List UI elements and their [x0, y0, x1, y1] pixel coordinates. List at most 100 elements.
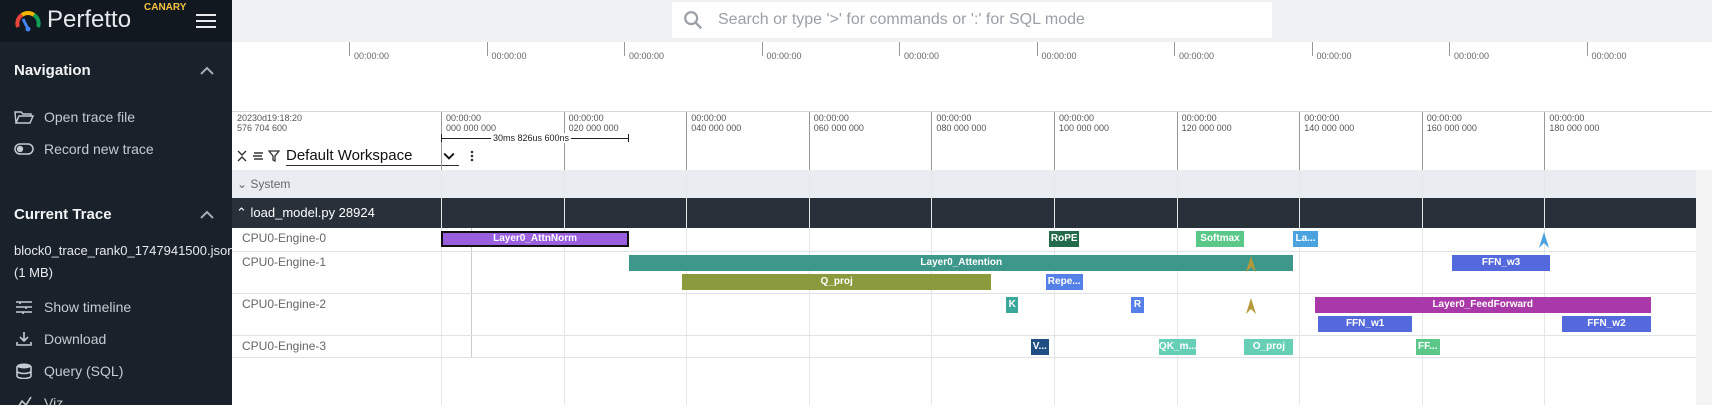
chevron-up-icon[interactable]	[200, 210, 214, 220]
query-sql-label: Query (SQL)	[44, 363, 124, 379]
filter-icon[interactable]	[268, 150, 280, 162]
time-tick-ns: 160 000 000	[1426, 123, 1477, 133]
system-group-label: ⌄ System	[237, 177, 291, 191]
time-tick	[931, 112, 933, 170]
process-group-header[interactable]: ⌃ load_model.py 28924	[232, 198, 1696, 228]
overview-tick-label: 00:00:00	[766, 51, 802, 61]
trace-slice[interactable]: V...	[1030, 339, 1049, 355]
query-sql-item[interactable]: Query (SQL)	[14, 360, 224, 382]
viz-label: Viz	[44, 395, 64, 405]
time-tick-clock: 00:00:00	[813, 113, 849, 123]
trace-slice[interactable]: FF...	[1415, 339, 1440, 355]
time-tick-clock: 00:00:00	[1181, 113, 1217, 123]
scrollbar[interactable]	[1696, 170, 1712, 405]
time-tick-ns: 120 000 000	[1181, 123, 1232, 133]
thread-track[interactable]: CPU0-Engine-1 Layer0_Attention FFN_w3 Q_pro…	[232, 252, 1696, 294]
flow-arrow-icon[interactable]	[1245, 298, 1256, 314]
time-tick-ns: 100 000 000	[1059, 123, 1110, 133]
omnibox[interactable]	[672, 2, 1272, 38]
time-tick-label: 00:00:00 000 000 000	[446, 113, 496, 133]
record-new-trace-item[interactable]: Record new trace	[14, 138, 224, 160]
track-shell[interactable]: CPU0-Engine-3	[232, 336, 472, 357]
viz-item[interactable]: Viz	[14, 392, 224, 405]
time-tick-ns: 040 000 000	[691, 123, 742, 133]
track-shell[interactable]: CPU0-Engine-0	[232, 228, 472, 251]
workspace-controls: Default Workspace	[236, 146, 482, 166]
time-tick	[1421, 112, 1423, 170]
trace-slice[interactable]: Softmax	[1195, 231, 1245, 247]
search-input[interactable]	[718, 11, 1258, 29]
overview-timeline[interactable]: 00:00:00 00:00:00 00:00:00 00:00:00 00:00:00…	[232, 42, 1712, 112]
time-tick-label: 00:00:00 160 000 000	[1427, 113, 1477, 133]
overview-tick-label: 00:00:00	[491, 51, 527, 61]
overview-tick	[1036, 42, 1038, 56]
overview-tick	[1449, 42, 1450, 56]
overview-tick	[1586, 42, 1588, 56]
time-tick-label: 00:00:00 020 000 000	[569, 113, 619, 133]
trace-slice[interactable]: QK_m...	[1158, 339, 1196, 355]
trace-slice[interactable]: R	[1131, 297, 1144, 313]
chevron-down-icon	[443, 152, 455, 160]
time-tick	[1176, 112, 1178, 170]
track-shell[interactable]: CPU0-Engine-2	[232, 294, 472, 335]
kebab-menu-icon[interactable]	[466, 150, 478, 162]
trace-slice[interactable]: La...	[1293, 231, 1318, 247]
overview-tick-label: 00:00:00	[1179, 51, 1215, 61]
absolute-time-date: 20230d19:18:20	[237, 113, 303, 123]
trace-slice[interactable]: Q_proj	[682, 274, 991, 290]
time-tick-ns: 020 000 000	[568, 123, 619, 133]
time-tick-label: 00:00:00 060 000 000	[814, 113, 864, 133]
time-tick-label: 00:00:00 100 000 000	[1059, 113, 1109, 133]
thread-track-label: CPU0-Engine-3	[242, 339, 327, 353]
trace-slice[interactable]: Layer0_Attention	[629, 255, 1294, 271]
system-group-header[interactable]: ⌄ System	[232, 170, 1712, 198]
overview-tick	[486, 42, 488, 56]
chevron-up-icon[interactable]	[200, 66, 214, 76]
trace-slice[interactable]: FFN_w3	[1452, 255, 1550, 271]
trace-slice[interactable]: Layer0_AttnNorm	[441, 231, 630, 247]
menu-hamburger-icon[interactable]	[196, 14, 216, 28]
time-tick-clock: 00:00:00	[568, 113, 604, 123]
thread-track[interactable]: CPU0-Engine-0 Layer0_AttnNorm RoPE Softmax L…	[232, 228, 1696, 252]
trace-slice[interactable]: O_proj	[1244, 339, 1294, 355]
trace-slice[interactable]: FFN_w1	[1317, 316, 1413, 332]
flow-arrow-icon[interactable]	[1538, 232, 1549, 248]
collapse-all-icon[interactable]	[236, 150, 248, 162]
open-trace-file-label: Open trace file	[44, 109, 136, 125]
navigation-heading[interactable]: Navigation	[14, 62, 91, 79]
canary-badge: CANARY	[144, 2, 187, 13]
trace-slice[interactable]: Layer0_FeedForward	[1314, 297, 1651, 313]
time-axis-header: 20230d19:18:20 576 704 600 Default Works…	[232, 112, 1712, 170]
overview-tick	[1174, 42, 1175, 56]
time-tick-label: 00:00:00 120 000 000	[1182, 113, 1232, 133]
thread-track-label: CPU0-Engine-1	[242, 255, 327, 269]
thread-track[interactable]: CPU0-Engine-2 K R Layer0_FeedForward FFN_w1 F…	[232, 294, 1696, 336]
trace-file-name: block0_trace_rank0_1747941500.json (1 MB…	[14, 243, 232, 280]
show-timeline-item[interactable]: Show timeline	[14, 296, 224, 318]
open-trace-file-item[interactable]: Open trace file	[14, 106, 224, 128]
workspace-select[interactable]: Default Workspace	[286, 146, 459, 166]
thread-track-label: CPU0-Engine-0	[242, 231, 327, 245]
download-item[interactable]: Download	[14, 328, 224, 350]
time-tick-ns: 000 000 000	[446, 123, 497, 133]
flow-arrow-icon[interactable]	[1245, 256, 1256, 272]
trace-slice[interactable]: FFN_w2	[1562, 316, 1651, 332]
time-tick	[686, 112, 688, 170]
overview-tick-label: 00:00:00	[1316, 51, 1352, 61]
timeline-icon	[16, 301, 32, 314]
track-shell[interactable]: CPU0-Engine-1	[232, 252, 472, 293]
trace-slice[interactable]: Repe...	[1045, 274, 1083, 290]
thread-track[interactable]: CPU0-Engine-3 V... QK_m... O_proj FF...	[232, 336, 1696, 358]
thread-track-label: CPU0-Engine-2	[242, 297, 327, 311]
overview-tick	[349, 42, 350, 56]
trace-slice[interactable]: K	[1006, 297, 1019, 313]
time-tick-ns: 060 000 000	[813, 123, 864, 133]
trace-slice[interactable]: RoPE	[1048, 231, 1080, 247]
time-tick	[1054, 112, 1055, 170]
current-trace-heading[interactable]: Current Trace	[14, 206, 112, 223]
overview-tick	[761, 42, 763, 56]
overview-tick-label: 00:00:00	[904, 51, 940, 61]
system-group-name: System	[250, 177, 291, 191]
list-icon[interactable]	[252, 150, 264, 162]
record-toggle-icon	[14, 143, 34, 155]
